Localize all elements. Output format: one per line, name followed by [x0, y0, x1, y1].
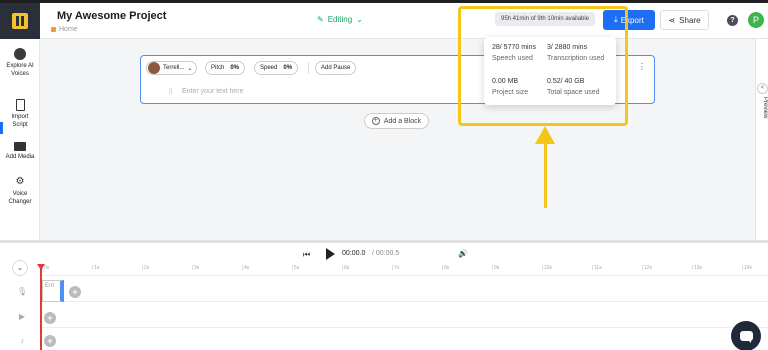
ruler-tick: 7s	[391, 265, 400, 271]
add-video-icon[interactable]: +	[44, 312, 56, 324]
breadcrumb[interactable]: Home	[51, 26, 78, 33]
breadcrumb-home[interactable]: Home	[59, 26, 78, 33]
collapse-timeline-icon[interactable]: ⌄	[12, 260, 28, 276]
timeline-ruler[interactable]: 0s 1s 2s 3s 4s 5s 6s 7s 8s 9s 10s 11s 12…	[40, 264, 768, 276]
plus-icon: +	[371, 117, 380, 125]
share-label: Share	[679, 15, 701, 25]
add-block-label: Add a Block	[383, 117, 422, 125]
ruler-tick: 10s	[541, 265, 553, 271]
voice-name: Terrell...	[163, 65, 185, 71]
app-logo[interactable]	[0, 3, 40, 39]
microphone-icon: 🎙	[17, 287, 28, 296]
ruler-tick: 9s	[491, 265, 500, 271]
header: My Awesome Project Home ✎ Editing ⌄ 95h …	[40, 3, 768, 39]
chevron-down-icon: ⌄	[187, 65, 193, 72]
home-icon	[51, 27, 56, 32]
chevron-left-icon[interactable]: <	[757, 83, 768, 94]
voice-avatar-icon	[14, 48, 26, 60]
skip-back-icon[interactable]: ⏮	[303, 250, 310, 260]
play-icon[interactable]	[326, 248, 335, 260]
sidebar-item-label: Changer	[8, 199, 32, 205]
add-pause-button[interactable]: Add Pause	[315, 61, 357, 75]
share-icon: ⋖	[668, 15, 676, 25]
speed-label: Speed	[260, 65, 278, 71]
ruler-tick: 12s	[641, 265, 653, 271]
timeline-panel: ⏮ 00:00.0 / 00:00.5 🔊 ⌄ 0s 1s 2s 3s 4s 5…	[0, 242, 768, 350]
speed-value: 0%	[283, 65, 293, 71]
add-block-button[interactable]: + Add a Block	[364, 113, 429, 129]
current-time: 00:00.0	[342, 250, 366, 257]
ruler-tick: 11s	[592, 265, 602, 271]
ruler-tick: 1s	[91, 265, 100, 271]
speed-control[interactable]: Speed 0%	[254, 61, 299, 75]
status-label: Editing	[327, 15, 353, 24]
ruler-tick: 8s	[441, 265, 450, 271]
sidebar-item-label: Explore AI	[6, 63, 34, 69]
user-avatar[interactable]: P	[748, 12, 764, 28]
chevron-down-icon: ⌄	[356, 15, 363, 24]
more-options-icon[interactable]: ⋮	[638, 62, 646, 71]
sidebar-item-voice-changer[interactable]: ⚙ Voice Changer	[0, 176, 40, 206]
preview-panel-tab[interactable]: < Preview	[755, 39, 768, 242]
audio-track[interactable]	[40, 280, 768, 302]
sidebar-item-label: Add Media	[5, 154, 35, 160]
media-icon	[14, 142, 26, 151]
music-track[interactable]	[40, 330, 768, 350]
sidebar: Explore AI Voices Import Script Add Medi…	[0, 39, 40, 242]
ruler-tick: 4s	[241, 265, 250, 271]
logo-icon	[12, 13, 28, 29]
sidebar-item-label: Script	[12, 122, 28, 128]
share-button[interactable]: ⋖ Share	[660, 10, 709, 30]
drag-handle-icon[interactable]: ⠿	[168, 88, 173, 96]
pencil-icon: ✎	[317, 15, 324, 24]
highlight-annotation	[458, 6, 628, 126]
ruler-tick: 3s	[191, 265, 200, 271]
voice-changer-icon: ⚙	[15, 176, 25, 187]
pitch-control[interactable]: Pitch 0%	[205, 61, 246, 75]
video-camera-icon: ▶	[18, 312, 26, 321]
chat-icon	[739, 331, 753, 343]
sidebar-active-indicator	[0, 122, 3, 134]
sidebar-item-label: Voices	[11, 71, 29, 77]
pitch-label: Pitch	[211, 65, 225, 71]
playhead[interactable]	[40, 264, 42, 350]
annotation-arrow-shaft	[544, 142, 547, 208]
voice-selector[interactable]: Terrell... ⌄	[146, 61, 198, 75]
add-audio-icon[interactable]: +	[69, 286, 81, 298]
volume-icon[interactable]: 🔊	[458, 249, 468, 258]
sidebar-item-add-media[interactable]: Add Media	[0, 142, 40, 161]
document-icon	[15, 99, 25, 111]
help-icon[interactable]: ?	[727, 15, 738, 26]
music-note-icon: ♪	[20, 336, 24, 345]
editing-status[interactable]: ✎ Editing ⌄	[317, 15, 363, 24]
speech-clip[interactable]: Ent	[42, 280, 64, 302]
ruler-tick: 6s	[341, 265, 350, 271]
voice-avatar	[148, 62, 160, 74]
sidebar-item-explore-voices[interactable]: Explore AI Voices	[0, 48, 40, 78]
video-track[interactable]	[40, 306, 768, 328]
project-title[interactable]: My Awesome Project	[57, 10, 166, 22]
ruler-tick: 14s	[741, 265, 753, 271]
ruler-tick: 13s	[691, 265, 703, 271]
sidebar-item-label: Import	[11, 114, 29, 120]
divider	[308, 62, 309, 74]
ruler-tick: 5s	[291, 265, 300, 271]
preview-label: Preview	[762, 97, 768, 119]
sidebar-item-label: Voice	[12, 191, 28, 197]
add-music-icon[interactable]: +	[44, 335, 56, 347]
ruler-tick: 0s	[41, 265, 50, 271]
ruler-tick: 2s	[141, 265, 150, 271]
block-text-input[interactable]: Enter your text here	[182, 88, 243, 95]
sidebar-item-import-script[interactable]: Import Script	[0, 99, 40, 129]
total-time: / 00:00.5	[372, 250, 400, 257]
chat-support-button[interactable]	[731, 321, 761, 350]
pitch-value: 0%	[230, 65, 240, 71]
